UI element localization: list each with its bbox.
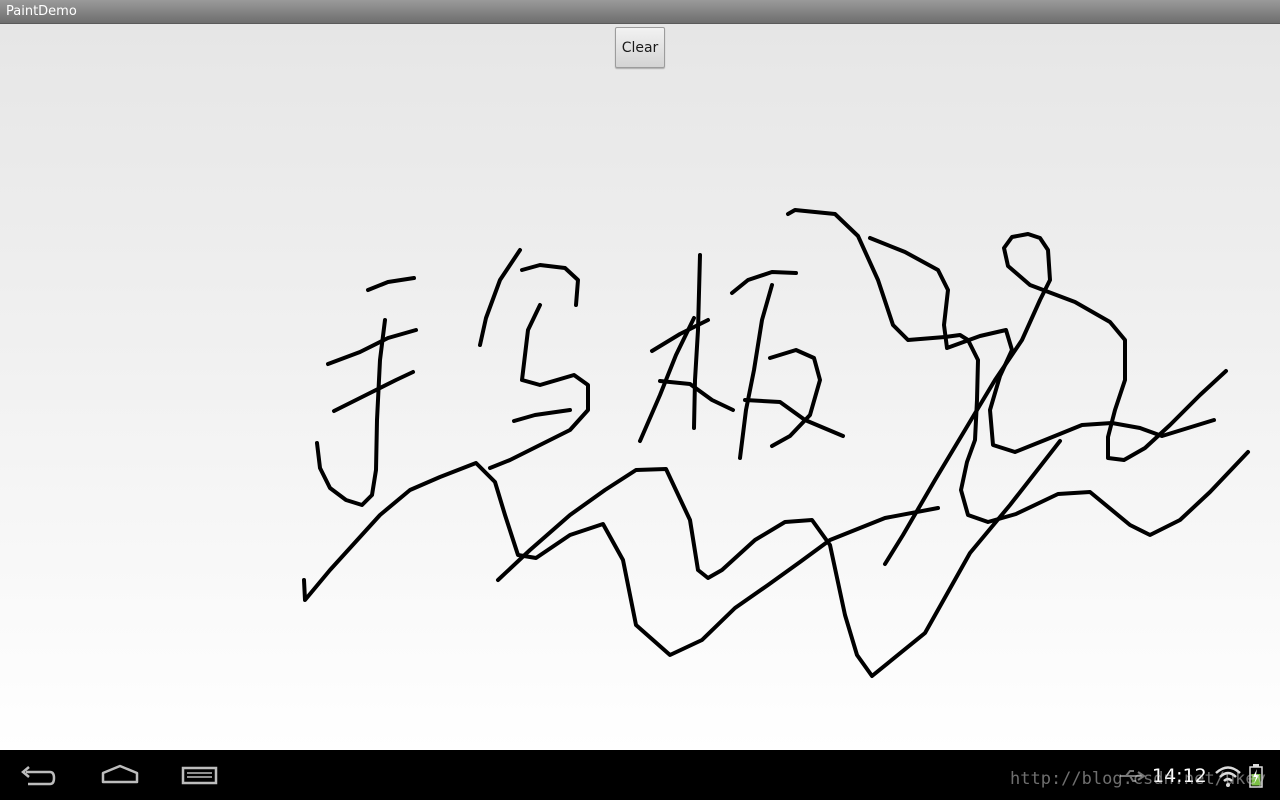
stroke <box>520 263 580 307</box>
app-title: PaintDemo <box>6 4 77 19</box>
stroke <box>478 248 522 347</box>
recent-apps-icon[interactable] <box>178 760 222 790</box>
stroke <box>638 316 696 443</box>
status-time: 14:12 <box>1152 765 1207 787</box>
drawing-canvas[interactable]: Clear <box>0 24 1280 750</box>
stroke <box>315 318 387 507</box>
stroke <box>366 276 416 292</box>
wifi-icon <box>1214 764 1242 788</box>
stroke <box>738 283 774 460</box>
stroke <box>512 408 572 423</box>
system-navigation-bar <box>0 750 1280 800</box>
home-icon[interactable] <box>98 760 142 790</box>
stroke <box>302 461 940 657</box>
usb-icon <box>1118 768 1148 782</box>
stroke <box>326 328 418 366</box>
stroke <box>332 370 415 413</box>
stroke <box>488 303 590 470</box>
title-bar: PaintDemo <box>0 0 1280 24</box>
stroke <box>692 253 702 430</box>
battery-charging-icon <box>1249 764 1263 788</box>
stroke <box>868 236 1216 454</box>
stroke <box>883 232 1228 566</box>
stroke <box>730 270 798 295</box>
stroke <box>768 348 822 448</box>
stroke <box>786 208 1250 537</box>
back-icon[interactable] <box>16 760 60 790</box>
handwriting-strokes[interactable] <box>0 24 1280 750</box>
clear-button[interactable]: Clear <box>615 27 665 68</box>
screen: PaintDemo Clear 14:12 http://blog.csdn.n… <box>0 0 1280 800</box>
stroke <box>496 439 1062 678</box>
